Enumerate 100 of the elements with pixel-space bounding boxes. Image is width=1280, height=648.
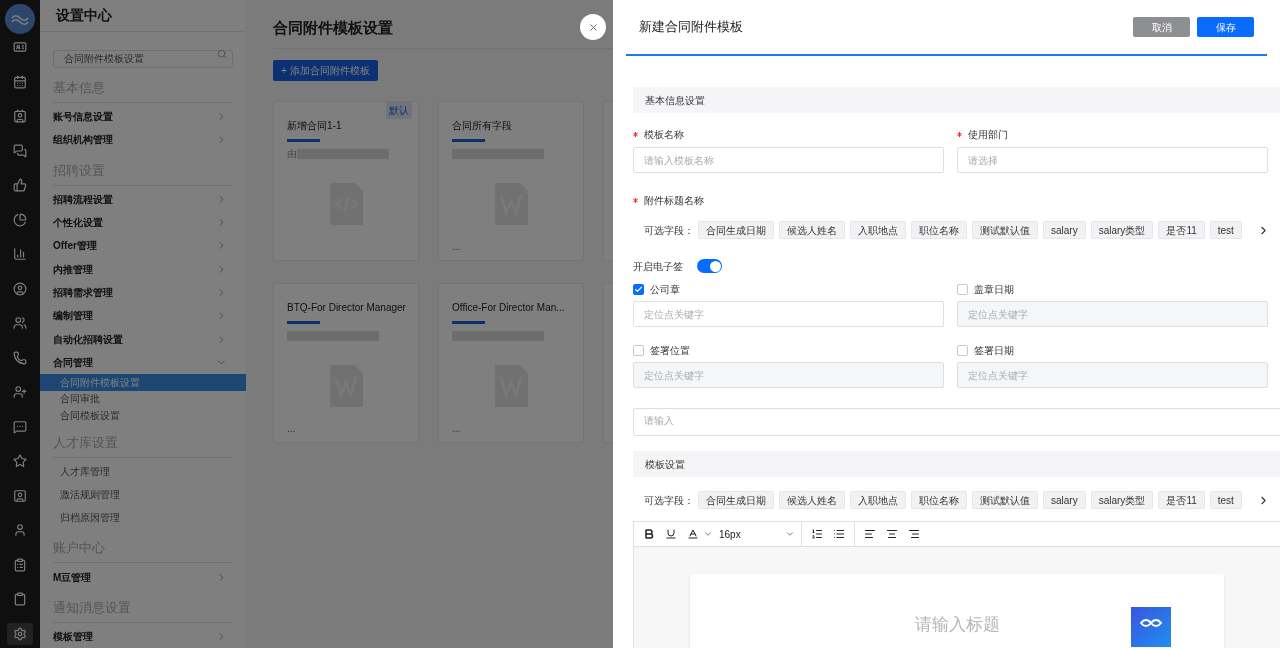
pie-chart-icon bbox=[13, 212, 27, 227]
menu-item[interactable]: 招聘流程设置 bbox=[53, 187, 233, 211]
save-button[interactable]: 保存 bbox=[1197, 17, 1254, 37]
close-icon bbox=[587, 21, 599, 33]
tags-label: 可选字段： bbox=[644, 223, 694, 238]
submenu-item[interactable]: 合同模板设置 bbox=[40, 407, 246, 424]
menu-link[interactable]: 归档原因管理 bbox=[60, 510, 120, 526]
align-center-icon[interactable] bbox=[886, 528, 898, 540]
field-tag[interactable]: 是否11 bbox=[1158, 221, 1205, 239]
menu-item[interactable]: 自动化招聘设置 bbox=[53, 327, 233, 351]
card-title: 新增合同1-1 bbox=[287, 119, 343, 133]
thumbs-up-icon bbox=[13, 178, 27, 193]
more-text[interactable]: ... bbox=[452, 239, 461, 254]
menu-item[interactable]: Offer管理 bbox=[53, 234, 233, 258]
field-label: 模板名称 bbox=[644, 127, 684, 142]
cancel-button[interactable]: 取消 bbox=[1133, 17, 1190, 37]
field-tag[interactable]: 是否11 bbox=[1158, 491, 1205, 509]
chat-bubbles-icon bbox=[13, 143, 27, 158]
align-right-icon[interactable] bbox=[908, 528, 920, 540]
align-left-icon[interactable] bbox=[864, 528, 876, 540]
note-field[interactable]: 请输入 bbox=[633, 408, 1280, 436]
field-tag[interactable]: 入职地点 bbox=[850, 221, 906, 239]
checkbox-label: 公司章 bbox=[650, 282, 680, 297]
field-tag[interactable]: 合同生成日期 bbox=[698, 491, 774, 509]
submenu-item[interactable]: 合同附件模板设置 bbox=[40, 374, 246, 391]
menu-item[interactable]: 组织机构管理 bbox=[53, 128, 233, 152]
checkbox[interactable] bbox=[957, 344, 968, 356]
underline-icon[interactable] bbox=[665, 528, 677, 540]
menu-item[interactable]: 招聘需求管理 bbox=[53, 280, 233, 305]
card-title: 合同所有字段 bbox=[452, 119, 513, 133]
keyword-field[interactable]: 定位点关键字 bbox=[633, 301, 944, 327]
field-label: 附件标题名称 bbox=[644, 193, 704, 208]
menu-item[interactable]: M豆管理 bbox=[53, 565, 233, 589]
field-tag[interactable]: 测试默认值 bbox=[972, 221, 1038, 239]
user-square-icon bbox=[13, 488, 27, 503]
bar-chart-icon bbox=[13, 247, 27, 262]
user-icon bbox=[13, 523, 27, 538]
bullet-list-icon[interactable] bbox=[833, 528, 845, 540]
text-field[interactable]: 请选择 bbox=[957, 147, 1268, 173]
sidebar-title: 设置中心 bbox=[56, 6, 112, 25]
text-field[interactable]: 请输入模板名称 bbox=[633, 147, 944, 173]
more-text[interactable]: ... bbox=[452, 421, 461, 436]
field-tag[interactable]: 职位名称 bbox=[911, 221, 967, 239]
field-tag[interactable]: salary bbox=[1043, 221, 1086, 239]
menu-item[interactable]: 个性化设置 bbox=[53, 210, 233, 235]
field-tag[interactable]: salary类型 bbox=[1090, 221, 1154, 239]
calendar-icon bbox=[13, 74, 27, 89]
menu-link[interactable]: 激活规则管理 bbox=[60, 486, 120, 502]
menu-item[interactable]: 账号信息设置 bbox=[53, 105, 233, 129]
ordered-list-icon[interactable] bbox=[811, 528, 823, 540]
logo-icon[interactable] bbox=[5, 4, 35, 34]
field-tag[interactable]: 入职地点 bbox=[850, 491, 906, 509]
checkbox[interactable] bbox=[633, 283, 644, 295]
template-card[interactable]: Office-For Director Man... ... bbox=[438, 283, 584, 443]
page-title: 合同附件模板设置 bbox=[273, 17, 393, 38]
keyword-field[interactable]: 定位点关键字 bbox=[633, 362, 944, 388]
caret-icon bbox=[703, 529, 713, 539]
template-card[interactable]: 合同所有字段 ... bbox=[438, 101, 584, 261]
checkbox[interactable] bbox=[633, 344, 644, 356]
default-badge: 默认 bbox=[386, 102, 412, 119]
menu-item[interactable]: 编制管理 bbox=[53, 304, 233, 328]
font-size-select[interactable]: 16px bbox=[703, 526, 795, 542]
keyword-field[interactable]: 定位点关键字 bbox=[957, 301, 1268, 327]
id-card-icon bbox=[13, 40, 27, 55]
field-tag[interactable]: salary bbox=[1043, 491, 1086, 509]
field-tag[interactable]: salary类型 bbox=[1090, 491, 1154, 509]
user-circle-icon bbox=[13, 281, 27, 296]
submenu-item[interactable]: 合同审批 bbox=[40, 390, 246, 407]
menu-item[interactable]: 合同管理 bbox=[53, 350, 233, 374]
esign-label: 开启电子签 bbox=[633, 259, 683, 274]
rail-button[interactable] bbox=[7, 622, 33, 645]
star-icon bbox=[13, 454, 27, 469]
field-tag[interactable]: 候选人姓名 bbox=[779, 491, 845, 509]
add-template-button[interactable]: + 添加合同附件模板 bbox=[273, 60, 378, 81]
font-color-icon[interactable] bbox=[687, 528, 699, 540]
phone-icon bbox=[13, 350, 27, 365]
field-tag[interactable]: 合同生成日期 bbox=[698, 221, 774, 239]
checkbox-label: 签署日期 bbox=[974, 343, 1014, 358]
menu-link[interactable]: 人才库管理 bbox=[60, 463, 110, 479]
field-tag[interactable]: test bbox=[1209, 491, 1242, 509]
field-tag[interactable]: test bbox=[1209, 221, 1242, 239]
field-tag[interactable]: 候选人姓名 bbox=[779, 221, 845, 239]
toggle-switch[interactable] bbox=[697, 259, 722, 273]
checkbox-label: 盖章日期 bbox=[974, 282, 1014, 297]
users-icon bbox=[13, 316, 27, 331]
field-tag[interactable]: 测试默认值 bbox=[972, 491, 1038, 509]
user-plus-icon bbox=[13, 385, 27, 400]
menu-item[interactable]: 内推管理 bbox=[53, 257, 233, 281]
field-tag[interactable]: 职位名称 bbox=[911, 491, 967, 509]
search-field[interactable]: 合同附件模板设置 bbox=[53, 50, 233, 69]
tags-label: 可选字段： bbox=[644, 493, 694, 508]
menu-item[interactable]: 模板管理 bbox=[53, 624, 233, 648]
contact-card-icon bbox=[13, 109, 27, 124]
template-card[interactable]: BTQ-For Director Manager ... bbox=[273, 283, 419, 443]
checkbox[interactable] bbox=[957, 283, 968, 295]
more-text[interactable]: ... bbox=[287, 421, 296, 436]
checkbox-label: 签署位置 bbox=[650, 343, 690, 358]
clipboard-icon bbox=[13, 557, 27, 572]
bold-icon[interactable] bbox=[643, 528, 655, 540]
keyword-field[interactable]: 定位点关键字 bbox=[957, 362, 1268, 388]
